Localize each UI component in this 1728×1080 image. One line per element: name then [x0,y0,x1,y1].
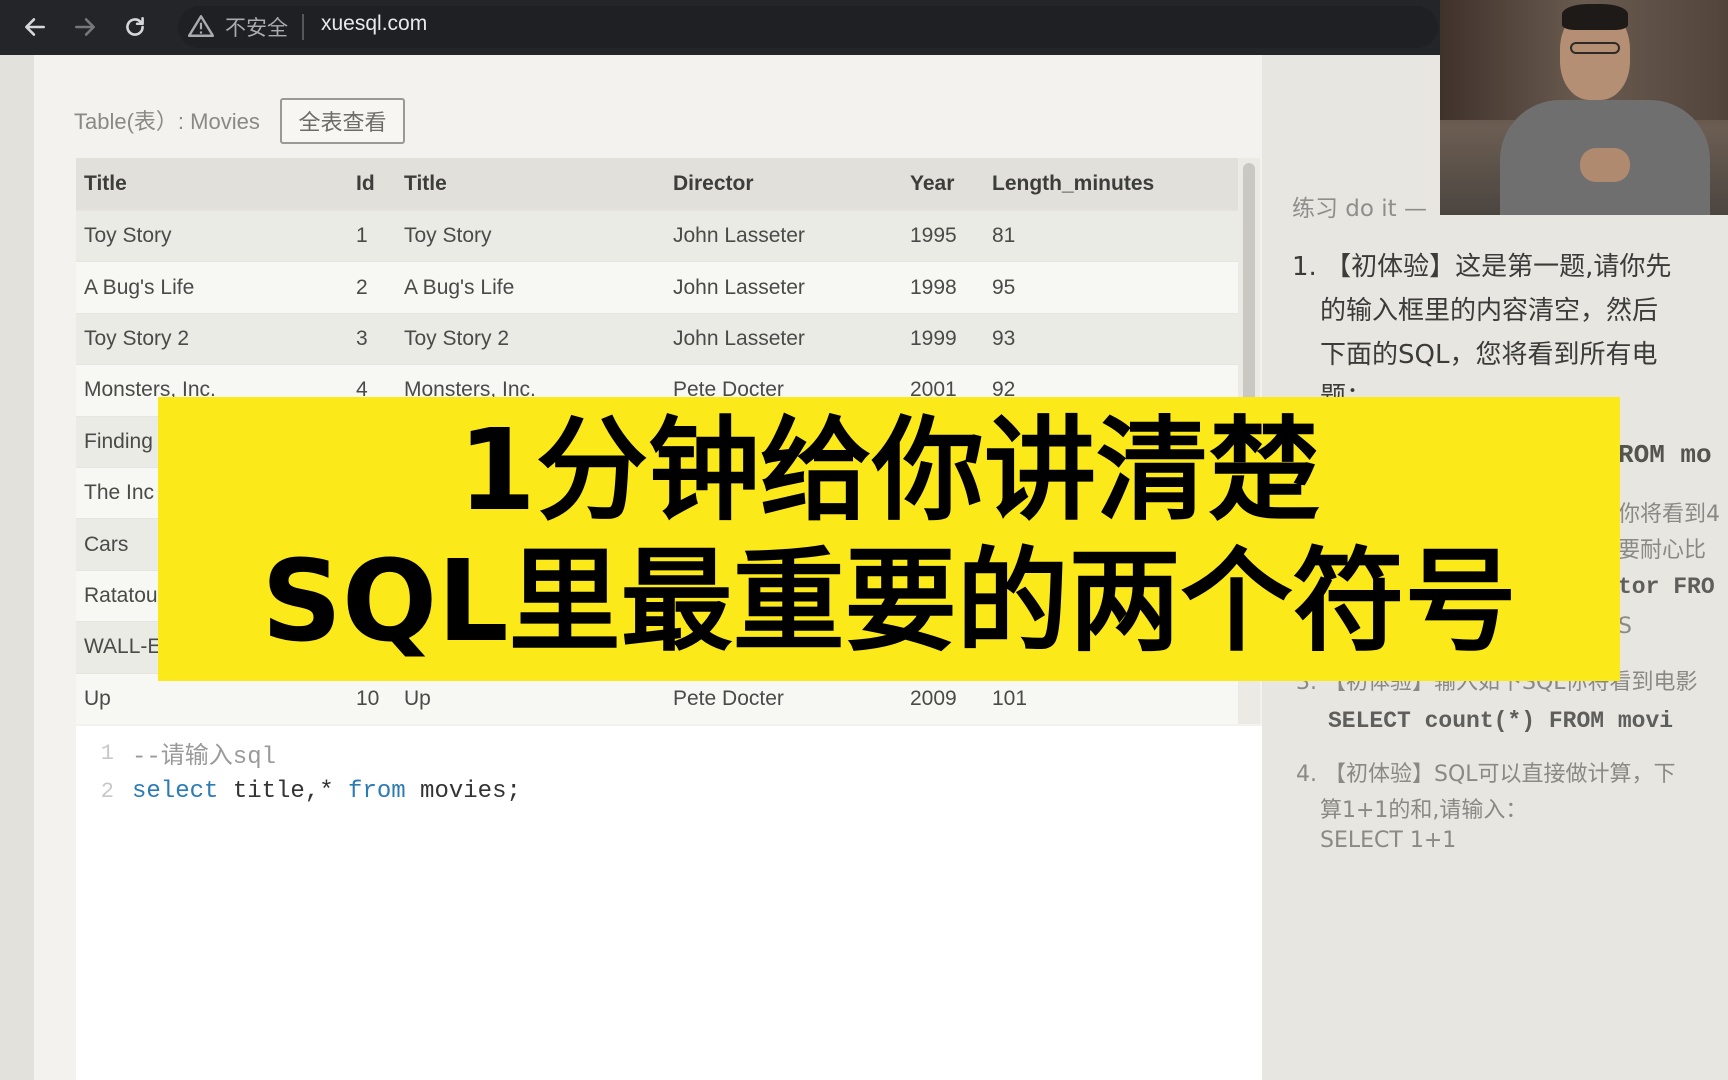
exercise-4-text: 4. 【初体验】SQL可以直接做计算，下 [1296,762,1676,787]
table-cell: 10 [356,686,380,710]
exercise-4-text: 算1+1的和,请输入： [1320,798,1528,823]
table-cell: 2009 [910,686,957,710]
exercise-title: 练习 do it — [1292,196,1428,222]
webcam-overlay [1440,0,1728,215]
line-number: 1 [100,740,114,766]
line-number: 2 [100,778,114,804]
title-banner: 1分钟给你讲清楚 SQL里最重要的两个符号 [158,397,1620,681]
table-cell: John Lasseter [673,275,805,299]
table-cell: 1995 [910,224,957,248]
table-cell: John Lasseter [673,224,805,248]
banner-title-line-1: 1分钟给你讲清楚 [458,406,1320,536]
exercise-1-line: 下面的SQL，您将看到所有电 [1320,340,1658,370]
table-cell: 101 [992,686,1028,710]
table-row[interactable]: Toy Story 1 Toy Story John Lasseter 1995 81 [76,210,1238,262]
banner-title-line-2: SQL里最重要的两个符号 [261,537,1517,667]
exercise-1-code: ROM mo [1618,440,1712,470]
column-header[interactable]: Id [352,158,412,210]
table-cell: Toy Story 2 [404,326,510,350]
column-header[interactable]: Title [404,158,664,210]
view-all-button[interactable]: 全表查看 [280,98,405,144]
column-header[interactable]: Title [84,158,344,210]
table-cell: 93 [992,326,1016,350]
address-separator [302,14,304,40]
table-cell: 2 [356,275,368,299]
left-gutter [0,55,34,1080]
url-text[interactable]: xuesql.com [321,12,427,36]
sql-text: title,* [218,777,349,805]
exercise-2-code: tor FRO [1618,574,1715,600]
table-header: Title Id Title Director Year Length_minu… [76,158,1238,210]
table-cell: Toy Story [84,224,172,248]
table-cell: Toy Story [404,224,492,248]
table-cell: John Lasseter [673,326,805,350]
table-cell: 81 [992,224,1016,248]
column-header[interactable]: Length_minutes [992,158,1232,210]
exercise-4-code: SELECT 1+1 [1320,828,1457,853]
sql-keyword-from: from [348,777,406,805]
table-scrollbar-thumb[interactable] [1243,163,1255,403]
sql-statement: select title,* from movies; [132,778,521,805]
reload-icon [126,17,144,36]
table-row[interactable]: A Bug's Life 2 A Bug's Life John Lasseter 19… [76,261,1238,313]
exercise-3-code: SELECT count(*) FROM movi [1328,708,1674,734]
column-header[interactable]: Year [910,158,980,210]
sql-comment: --请输入sql [132,744,277,771]
arrow-left-icon [25,18,45,36]
forward-button[interactable] [68,10,102,44]
table-row[interactable]: Toy Story 2 3 Toy Story 2 John Lasseter 1999… [76,312,1238,365]
sql-text: movies; [405,777,521,805]
table-cell: Up [404,686,431,710]
table-cell: A Bug's Life [84,275,195,299]
back-button[interactable] [18,10,52,44]
exercise-2-text: 你将看到4 [1618,502,1720,527]
warning-icon [188,15,214,37]
exercise-2-text: 要耐心比 [1618,538,1707,563]
presenter-hand [1580,148,1630,182]
security-label: 不安全 [225,16,288,40]
table-cell: 1999 [910,326,957,350]
presenter-hair [1562,4,1628,30]
table-cell: 1998 [910,275,957,299]
exercise-1-line: 1. 【初体验】这是第一题,请你先 [1292,252,1672,282]
table-cell: Up [84,686,111,710]
table-cell: 1 [356,224,368,248]
reload-button[interactable] [118,10,152,44]
presenter-glasses [1570,42,1620,54]
table-caption: Table(表）: Movies [74,109,260,134]
table-cell: A Bug's Life [404,275,515,299]
table-cell: 95 [992,275,1016,299]
exercise-1-line: 的输入框里的内容清空，然后 [1320,296,1659,326]
sql-editor[interactable]: 1 --请输入sql 2 select title,* from movies; [76,726,1262,1080]
exercise-2-code: S [1618,614,1632,639]
table-cell: Toy Story 2 [84,326,190,350]
table-cell: Pete Docter [673,686,784,710]
arrow-right-icon [75,18,95,36]
column-header[interactable]: Director [673,158,903,210]
table-cell: 3 [356,326,368,350]
sql-keyword-select: select [132,777,219,805]
